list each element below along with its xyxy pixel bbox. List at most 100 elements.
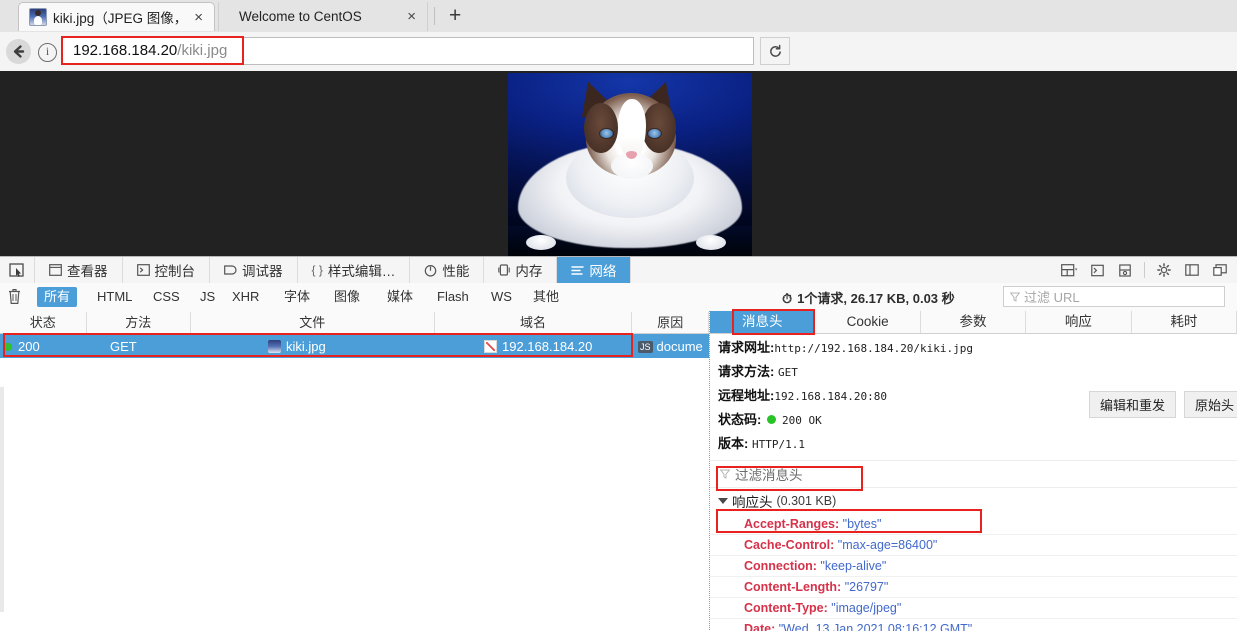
trash-icon[interactable]	[7, 288, 22, 310]
table-row[interactable]: 200 GET kiki.jpg 192.168.184.20 JS docume	[0, 334, 709, 358]
filter-chip-css[interactable]: CSS	[146, 287, 187, 307]
browser-tab-strip: kiki.jpg（JPEG 图像，… × Welcome to CentOS ×…	[0, 0, 1237, 33]
colon: :	[835, 517, 840, 531]
close-icon[interactable]: ×	[404, 9, 419, 24]
devtools-tab-label: 调试器	[242, 264, 283, 279]
devtools-toolbar: 查看器 控制台 调试器 { } 样式编辑… 性能 内存 网络	[0, 257, 1237, 284]
cat-paw-left	[526, 235, 556, 250]
dock-side-icon[interactable]	[1179, 257, 1205, 283]
status-ok-dot-icon	[766, 415, 776, 424]
reload-button[interactable]	[760, 37, 790, 65]
cell-status: 200	[0, 339, 86, 354]
request-detail-pane: 消息头 Cookie 参数 响应 耗时 请求网址:http://192.168.…	[710, 309, 1237, 631]
header-row: Connection: "keep-alive"	[710, 556, 1237, 577]
filter-chip-font[interactable]: 字体	[277, 287, 317, 307]
label-remote-address: 远程地址	[718, 388, 771, 403]
header-name: Connection	[744, 559, 813, 573]
funnel-icon	[720, 469, 730, 479]
column-header-domain[interactable]: 域名	[435, 311, 633, 333]
devtools-tab-debugger[interactable]: 调试器	[210, 257, 298, 283]
header-value: "bytes"	[842, 517, 882, 531]
devtools-tab-label: 网络	[589, 264, 617, 279]
detail-tab-response[interactable]: 响应	[1026, 311, 1132, 333]
element-picker-icon[interactable]	[0, 257, 35, 283]
page-info-icon[interactable]: i	[38, 43, 57, 62]
new-tab-button[interactable]: +	[443, 4, 467, 28]
filter-chip-media[interactable]: 媒体	[380, 287, 420, 307]
filter-chip-ws[interactable]: WS	[484, 287, 519, 307]
browser-tab-1[interactable]: Welcome to CentOS ×	[218, 2, 428, 31]
raw-headers-button[interactable]: 原始头	[1183, 391, 1237, 418]
filter-chip-image[interactable]: 图像	[327, 287, 367, 307]
toolbar-divider	[1144, 262, 1145, 278]
header-name: Date	[744, 622, 772, 631]
edit-and-resend-button[interactable]: 编辑和重发	[1088, 391, 1176, 418]
cause-text: docume	[656, 338, 703, 354]
header-name: Accept-Ranges	[744, 517, 835, 531]
filter-chip-flash[interactable]: Flash	[430, 287, 476, 307]
label-status-code: 状态码	[718, 412, 758, 427]
sep: :	[744, 436, 752, 451]
header-row: Content-Type: "image/jpeg"	[710, 598, 1237, 619]
column-header-method[interactable]: 方法	[87, 311, 191, 333]
screenshot-icon[interactable]	[1112, 257, 1138, 283]
header-value: "Wed, 13 Jan 2021 08:16:12 GMT"	[778, 622, 973, 631]
detail-action-buttons: 编辑和重发 原始头	[1088, 391, 1237, 418]
filter-chip-html[interactable]: HTML	[90, 287, 139, 307]
devtools-tab-label: 查看器	[67, 264, 108, 279]
filter-chip-all[interactable]: 所有	[37, 287, 78, 307]
column-header-file[interactable]: 文件	[191, 311, 435, 333]
network-request-list: 状态 方法 文件 域名 原因 200 GET kiki.jpg 192.168.…	[0, 311, 710, 631]
devtools-tab-style-editor[interactable]: { } 样式编辑…	[298, 257, 411, 283]
devtools-tab-memory[interactable]: 内存	[484, 257, 558, 283]
responsive-design-icon[interactable]	[1056, 257, 1082, 283]
detail-tab-headers[interactable]: 消息头	[710, 311, 816, 333]
detail-request-method: 请求方法: GET	[710, 358, 1237, 382]
network-icon	[571, 265, 585, 275]
detail-tab-cookies[interactable]: Cookie	[815, 311, 921, 333]
inspector-icon	[49, 264, 62, 276]
filter-chip-xhr[interactable]: XHR	[225, 287, 266, 307]
filter-headers-placeholder: 过滤消息头	[735, 468, 803, 483]
debugger-icon	[224, 265, 237, 275]
browser-tab-0[interactable]: kiki.jpg（JPEG 图像，… ×	[18, 2, 215, 31]
split-console-icon[interactable]	[1084, 257, 1110, 283]
value-version: HTTP/1.1	[751, 438, 805, 451]
value-status-code: 200 OK	[781, 414, 822, 427]
column-header-status[interactable]: 状态	[0, 311, 87, 333]
devtools-tab-performance[interactable]: 性能	[410, 257, 485, 283]
url-filter-input[interactable]: 过滤 URL	[1003, 286, 1225, 307]
filter-headers-input[interactable]: 过滤消息头	[710, 460, 1237, 488]
back-arrow-icon[interactable]	[6, 39, 31, 64]
status-ok-dot-icon	[4, 342, 12, 351]
column-header-cause[interactable]: 原因	[632, 311, 709, 333]
colon: :	[823, 601, 828, 615]
devtools-tab-label: 内存	[515, 264, 543, 279]
network-filter-bar: 所有 HTML CSS JS XHR 字体 图像 媒体 Flash WS 其他 …	[0, 283, 1237, 312]
filter-chip-js[interactable]: JS	[193, 287, 222, 307]
label-request-method: 请求方法	[718, 364, 771, 379]
header-row: Content-Length: "26797"	[710, 577, 1237, 598]
dock-bottom-icon[interactable]	[1207, 257, 1233, 283]
colon: :	[812, 559, 817, 573]
settings-gear-icon[interactable]	[1151, 257, 1177, 283]
status-code: 200	[18, 338, 40, 354]
filter-chip-other[interactable]: 其他	[526, 287, 566, 307]
devtools-tab-inspector[interactable]: 查看器	[35, 257, 123, 283]
header-row: Accept-Ranges: "bytes"	[710, 514, 1237, 535]
devtools-tab-console[interactable]: 控制台	[123, 257, 210, 283]
network-summary: ⏱ 1个请求, 26.17 KB, 0.03 秒	[782, 288, 955, 307]
request-list-scrollbar[interactable]	[0, 387, 4, 612]
close-icon[interactable]: ×	[191, 10, 206, 25]
detail-request-url: 请求网址:http://192.168.184.20/kiki.jpg	[710, 334, 1237, 358]
url-bar[interactable]: 192.168.184.20/kiki.jpg	[62, 37, 754, 65]
response-headers-section[interactable]: 响应头 (0.301 KB)	[710, 488, 1237, 514]
detail-tab-timings[interactable]: 耗时	[1132, 311, 1237, 333]
no-security-icon	[484, 339, 497, 353]
response-headers-label: 响应头	[732, 495, 773, 510]
cell-domain: 192.168.184.20	[434, 339, 632, 354]
browser-nav-bar: i 192.168.184.20/kiki.jpg 搜索	[0, 32, 1237, 95]
header-row: Cache-Control: "max-age=86400"	[710, 535, 1237, 556]
detail-tab-params[interactable]: 参数	[921, 311, 1027, 333]
devtools-tab-network[interactable]: 网络	[557, 257, 632, 283]
